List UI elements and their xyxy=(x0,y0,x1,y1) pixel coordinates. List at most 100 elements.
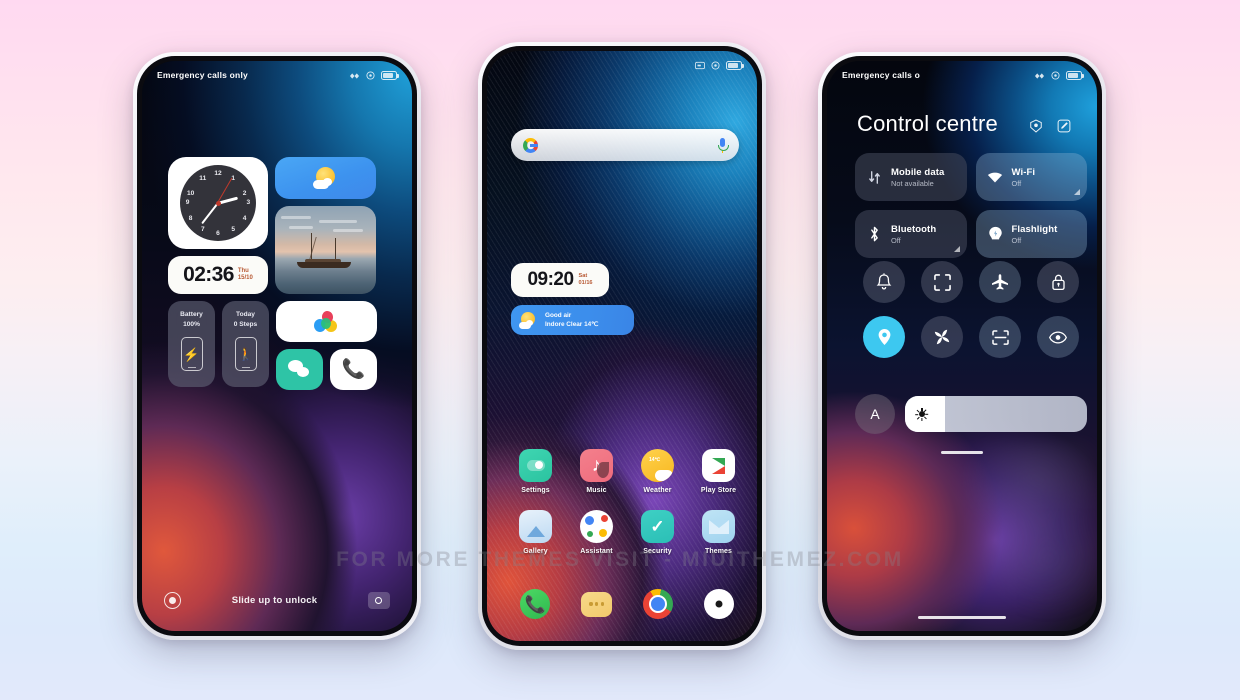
steps-widget-value: 0 Steps xyxy=(233,320,258,328)
analog-clock-face: 12 1 2 3 4 5 6 7 8 9 10 11 xyxy=(180,165,256,241)
tile-wifi[interactable]: Wi-Fi Off xyxy=(975,153,1087,201)
home-clock-date: Sat 01/16 xyxy=(579,273,593,286)
clock-num-9: 9 xyxy=(185,199,190,206)
location-icon[interactable] xyxy=(863,316,905,358)
phone1-screen: Emergency calls only 12 1 2 3 4 5 6 7 8 … xyxy=(142,61,412,631)
app-gallery[interactable]: Gallery xyxy=(505,510,566,555)
panel-drag-handle[interactable] xyxy=(941,451,983,454)
photo-widget[interactable] xyxy=(275,206,376,294)
air-quality-label: Good air xyxy=(545,312,572,319)
widget-col-left: 12 1 2 3 4 5 6 7 8 9 10 11 02:36 Thu 15/… xyxy=(168,157,268,294)
google-search-bar[interactable] xyxy=(511,129,739,161)
homescreen-statusbar xyxy=(487,51,757,79)
silent-bell-icon[interactable] xyxy=(863,261,905,303)
tile-state: Off xyxy=(1011,235,1022,245)
tile-mobile-data-text: Mobile data Not available xyxy=(891,167,944,188)
dock: 📞 xyxy=(505,589,749,619)
battery-icon xyxy=(1066,70,1084,80)
app-label: Weather xyxy=(643,487,672,494)
dnd-icon xyxy=(695,61,705,69)
widget-col-apps: 📞 xyxy=(276,301,377,390)
analog-clock-widget[interactable]: 12 1 2 3 4 5 6 7 8 9 10 11 xyxy=(168,157,268,249)
phone-icon[interactable]: 📞 xyxy=(520,589,551,619)
camera-icon[interactable] xyxy=(367,591,390,609)
edit-icon[interactable] xyxy=(1057,119,1071,133)
reading-mode-eye-icon[interactable] xyxy=(1037,316,1079,358)
app-label: Assistant xyxy=(580,548,613,555)
weather-widget[interactable] xyxy=(275,157,376,199)
clock-num-6: 6 xyxy=(216,230,220,238)
digital-clock-widget[interactable]: 02:36 Thu 15/10 xyxy=(168,256,268,294)
toggle-row-group xyxy=(855,261,1087,358)
app-label: Music xyxy=(586,487,607,494)
tile-label: Wi-Fi xyxy=(1011,166,1036,178)
mi-app-widget[interactable] xyxy=(276,301,377,342)
app-grid: Settings ♪ Music 14℃ Weather Play Store … xyxy=(505,449,749,555)
scanner-icon[interactable] xyxy=(979,316,1021,358)
phone-homescreen: 09:20 Sat 01/16 Good air Indore Clear 14… xyxy=(478,42,766,650)
app-music[interactable]: ♪ Music xyxy=(566,449,627,494)
microphone-icon[interactable] xyxy=(718,137,729,153)
app-assistant[interactable]: Assistant xyxy=(566,510,627,555)
phone2-bezel: 09:20 Sat 01/16 Good air Indore Clear 14… xyxy=(482,46,762,646)
home-indicator[interactable] xyxy=(918,615,1006,619)
app-settings[interactable]: Settings xyxy=(505,449,566,494)
tile-expand-corner-icon[interactable] xyxy=(953,246,960,252)
home-clock-widget[interactable]: 09:20 Sat 01/16 xyxy=(511,263,609,297)
cc-status-icons xyxy=(1034,70,1084,80)
settings-glyph-icon xyxy=(366,70,375,80)
app-label: Gallery xyxy=(523,548,548,555)
wechat-shortcut[interactable] xyxy=(276,349,323,390)
screen-lock-icon[interactable] xyxy=(1037,261,1079,303)
app-weather[interactable]: 14℃ Weather xyxy=(627,449,688,494)
tile-mobile-data[interactable]: Mobile data Not available xyxy=(855,153,967,201)
wechat-icon xyxy=(287,359,312,380)
tile-flashlight[interactable]: Flashlight Off xyxy=(975,210,1087,258)
play-store-icon xyxy=(702,449,735,482)
dialer-shortcut[interactable]: 📞 xyxy=(330,349,377,390)
cc-statusbar: Emergency calls o xyxy=(827,61,1097,89)
clock-num-3: 3 xyxy=(246,199,251,206)
chrome-icon[interactable] xyxy=(642,589,673,619)
phone-call-icon: 📞 xyxy=(341,359,366,380)
tile-wifi-text: Wi-Fi Off xyxy=(1012,167,1036,188)
screen-record-icon[interactable] xyxy=(1029,119,1043,133)
app-label: Play Store xyxy=(700,487,737,494)
auto-brightness-button[interactable]: A xyxy=(855,394,895,434)
settings-icon xyxy=(519,449,552,482)
battery-icon xyxy=(381,70,399,80)
digital-date-num: 15/10 xyxy=(237,275,253,281)
app-play-store[interactable]: Play Store xyxy=(688,449,749,494)
brightness-slider[interactable] xyxy=(905,396,1087,432)
widget-col-right xyxy=(275,157,376,294)
home-clock-datenum: 01/16 xyxy=(578,280,593,286)
steps-widget[interactable]: Today 0 Steps 🚶 xyxy=(222,301,269,387)
app-security[interactable]: ✓ Security xyxy=(627,510,688,555)
app-themes[interactable]: Themes xyxy=(688,510,749,555)
wifi-icon xyxy=(987,169,1004,186)
tile-label: Mobile data xyxy=(891,166,945,178)
widget-row-1: 12 1 2 3 4 5 6 7 8 9 10 11 02:36 Thu 15/… xyxy=(168,157,404,294)
google-g-icon xyxy=(523,137,538,153)
clock-num-10: 10 xyxy=(186,190,195,197)
air-quality-widget[interactable]: Good air Indore Clear 14℃ xyxy=(511,305,634,335)
record-circle-icon[interactable] xyxy=(164,591,181,609)
sun-cloud-icon xyxy=(312,167,339,189)
tile-state: Not available xyxy=(891,178,934,188)
airplane-mode-icon[interactable] xyxy=(979,261,1021,303)
screenshot-icon[interactable] xyxy=(921,261,963,303)
messages-icon[interactable] xyxy=(581,591,613,617)
status-icons xyxy=(349,70,399,80)
sync-fan-icon[interactable] xyxy=(921,316,963,358)
home-status-icons xyxy=(695,60,744,70)
tile-flashlight-text: Flashlight Off xyxy=(1012,224,1058,245)
camera-lens-icon[interactable] xyxy=(703,589,734,619)
tile-expand-corner-icon[interactable] xyxy=(1074,189,1080,195)
home-clock-time: 09:20 xyxy=(527,269,574,290)
tile-bluetooth[interactable]: Bluetooth Off xyxy=(855,210,967,258)
tile-state: Off xyxy=(891,235,901,245)
tile-state: Off xyxy=(1011,178,1022,188)
lockscreen-widget-grid: 12 1 2 3 4 5 6 7 8 9 10 11 02:36 Thu 15/… xyxy=(168,157,404,390)
air-location-label: Indore Clear 14℃ xyxy=(545,321,599,328)
battery-widget[interactable]: Battery 100% ⚡ xyxy=(168,301,215,387)
